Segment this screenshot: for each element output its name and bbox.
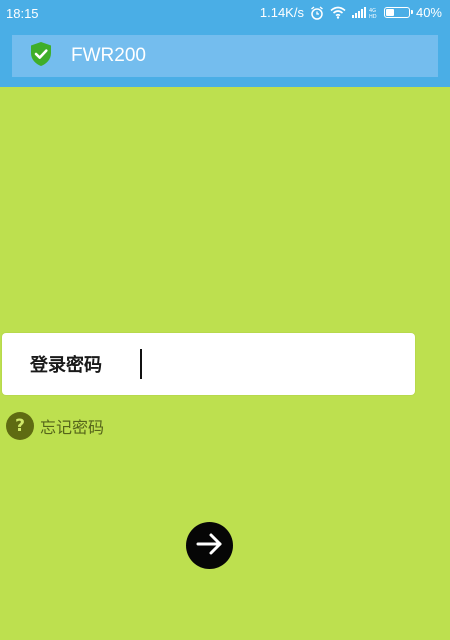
signal-icon: 4G HD (351, 6, 378, 19)
password-card: 登录密码 (2, 333, 415, 395)
wifi-icon (330, 6, 346, 19)
header: FWR200 (0, 27, 450, 87)
status-bar: 18:15 1.14K/s 4G HD 40% (0, 0, 450, 27)
shield-check-icon (12, 41, 53, 71)
arrow-right-icon (195, 532, 225, 560)
forgot-password-link[interactable]: ? 忘记密码 (6, 412, 104, 440)
forgot-password-label: 忘记密码 (40, 418, 105, 437)
status-time: 18:15 (6, 6, 39, 21)
alarm-icon (310, 5, 324, 20)
status-icons: 1.14K/s 4G HD 40% (260, 5, 442, 20)
network-speed: 1.14K/s (259, 5, 304, 20)
password-input[interactable] (140, 349, 398, 379)
submit-button[interactable] (186, 522, 233, 569)
battery-icon (383, 7, 413, 18)
password-label: 登录密码 (30, 355, 102, 376)
svg-text:HD: HD (369, 14, 377, 19)
question-icon: ? (6, 412, 34, 440)
device-card[interactable]: FWR200 (12, 35, 438, 77)
battery-fill (385, 9, 394, 16)
device-name: FWR200 (71, 45, 146, 66)
battery-percent: 40% (415, 5, 442, 20)
